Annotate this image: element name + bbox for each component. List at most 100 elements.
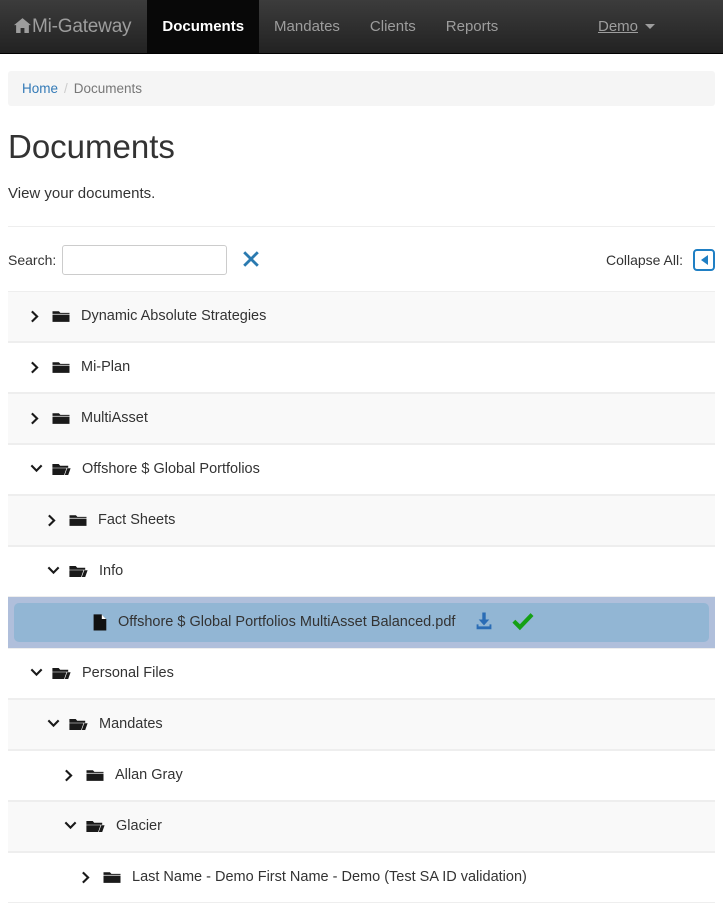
- breadcrumb-separator: /: [64, 81, 68, 96]
- folder-closed-icon: [52, 309, 70, 324]
- tree-row[interactable]: Glacier: [8, 800, 715, 852]
- nav-item-label: Reports: [445, 18, 499, 35]
- collapse-group: Collapse All:: [605, 248, 715, 271]
- brand-link[interactable]: Mi-Gateway: [0, 0, 148, 53]
- nav-menu: Documents Mandates Clients Reports: [147, 0, 513, 53]
- tree-row[interactable]: Mandates: [8, 698, 715, 750]
- status-check-button[interactable]: [512, 612, 534, 633]
- folder-open-icon: [52, 462, 71, 477]
- chevron-down-icon[interactable]: [28, 668, 44, 679]
- chevron-right-icon[interactable]: [45, 514, 61, 527]
- search-label: Search:: [8, 251, 57, 268]
- folder-closed-icon: [52, 360, 70, 375]
- nav-item-clients[interactable]: Clients: [355, 0, 431, 53]
- row-actions: [474, 611, 534, 633]
- page-title: Documents: [8, 128, 175, 165]
- tree-row-body: MultiAsset: [8, 410, 715, 426]
- tree-row[interactable]: Mi-Plan: [8, 341, 715, 393]
- tree-row-label: Dynamic Absolute Strategies: [81, 308, 267, 325]
- breadcrumb-home-link[interactable]: Home: [22, 81, 58, 96]
- documents-toolbar: Search: Collapse All:: [8, 243, 715, 277]
- close-x-icon: [241, 249, 261, 271]
- nav-item-label: Mandates: [274, 18, 340, 35]
- collapse-all-label: Collapse All:: [605, 251, 683, 268]
- chevron-right-icon[interactable]: [62, 769, 78, 782]
- tree-row-body: Personal Files: [8, 665, 715, 681]
- user-menu-label: Demo: [597, 18, 638, 35]
- nav-item-label: Clients: [369, 18, 416, 35]
- tree-row-label: Mi-Plan: [81, 359, 131, 376]
- tree-row-label: Allan Gray: [115, 767, 183, 784]
- folder-open-icon: [52, 666, 71, 681]
- chevron-down-icon[interactable]: [62, 821, 78, 832]
- tree-row-body: Mi-Plan: [8, 359, 715, 375]
- home-icon: [14, 18, 31, 37]
- folder-closed-icon: [86, 768, 104, 783]
- folder-open-icon: [69, 717, 88, 732]
- chevron-down-icon[interactable]: [28, 464, 44, 475]
- top-navbar: Mi-Gateway Documents Mandates Clients Re…: [0, 0, 723, 54]
- tree-row-body: Offshore $ Global Portfolios: [8, 461, 715, 477]
- file-icon: [93, 614, 107, 631]
- search-input[interactable]: [62, 244, 228, 275]
- tree-row[interactable]: Info: [8, 545, 715, 597]
- tree-row-label: Offshore $ Global Portfolios MultiAsset …: [118, 614, 456, 631]
- section-divider: [8, 225, 715, 227]
- breadcrumb: Home / Documents: [8, 71, 715, 106]
- chevron-right-icon[interactable]: [28, 310, 44, 323]
- tree-row[interactable]: MultiAsset: [8, 392, 715, 444]
- tree-row-body: Info: [8, 563, 715, 579]
- brand-label: Mi-Gateway: [32, 15, 132, 37]
- tree-row-body: Fact Sheets: [8, 512, 715, 528]
- user-menu-dropdown[interactable]: Demo: [598, 18, 655, 35]
- page-subtitle: View your documents.: [8, 184, 156, 202]
- nav-item-label: Documents: [162, 18, 245, 35]
- folder-closed-icon: [69, 513, 87, 528]
- folder-closed-icon: [52, 411, 70, 426]
- chevron-down-icon[interactable]: [45, 719, 61, 730]
- download-button[interactable]: [474, 611, 494, 633]
- selected-row-body: Offshore $ Global Portfolios MultiAsset …: [14, 602, 709, 642]
- navbar-right: Demo: [598, 0, 723, 53]
- nav-item-documents[interactable]: Documents: [147, 0, 260, 53]
- download-icon: [474, 611, 494, 633]
- chevron-right-icon[interactable]: [79, 871, 95, 884]
- tree-row[interactable]: Dynamic Absolute Strategies: [8, 290, 715, 342]
- tree-row-label: Info: [99, 563, 124, 580]
- breadcrumb-current: Documents: [73, 81, 143, 96]
- chevron-down-icon[interactable]: [45, 566, 61, 577]
- clear-search-button[interactable]: [233, 249, 261, 271]
- nav-item-reports[interactable]: Reports: [431, 0, 514, 53]
- folder-open-icon: [86, 819, 105, 834]
- collapse-all-button[interactable]: [693, 248, 715, 271]
- tree-row[interactable]: Fact Sheets: [8, 494, 715, 546]
- tree-row-body: Last Name - Demo First Name - Demo (Test…: [8, 869, 715, 885]
- document-tree: Dynamic Absolute Strategies Mi-Plan MultiA…: [8, 290, 715, 903]
- caret-down-icon: [645, 24, 655, 29]
- tree-row-label: Personal Files: [82, 665, 174, 682]
- folder-closed-icon: [103, 870, 121, 885]
- tree-row[interactable]: Last Name - Demo First Name - Demo (Test…: [8, 851, 715, 903]
- tree-row-label: MultiAsset: [81, 410, 148, 427]
- tree-row-selected[interactable]: Offshore $ Global Portfolios MultiAsset …: [8, 596, 715, 648]
- chevron-right-icon[interactable]: [28, 412, 44, 425]
- tree-row[interactable]: Personal Files: [8, 647, 715, 699]
- tree-row-body: Glacier: [8, 818, 715, 834]
- tree-row-body: Allan Gray: [8, 767, 715, 783]
- tree-row[interactable]: Allan Gray: [8, 749, 715, 801]
- tree-row[interactable]: Offshore $ Global Portfolios: [8, 443, 715, 495]
- folder-open-icon: [69, 564, 88, 579]
- page-content: Documents View your documents. Search: C…: [0, 128, 723, 903]
- check-icon: [512, 612, 534, 633]
- tree-row-label: Last Name - Demo First Name - Demo (Test…: [132, 869, 527, 886]
- chevron-right-icon[interactable]: [28, 361, 44, 374]
- tree-row-body: Dynamic Absolute Strategies: [8, 308, 715, 324]
- tree-row-label: Offshore $ Global Portfolios: [82, 461, 260, 478]
- nav-item-mandates[interactable]: Mandates: [259, 0, 355, 53]
- triangle-left-icon: [700, 254, 708, 265]
- tree-row-label: Glacier: [116, 818, 162, 835]
- tree-row-body: Mandates: [8, 716, 715, 732]
- tree-row-label: Mandates: [99, 716, 163, 733]
- tree-row-label: Fact Sheets: [98, 512, 176, 529]
- search-group: Search:: [8, 244, 261, 275]
